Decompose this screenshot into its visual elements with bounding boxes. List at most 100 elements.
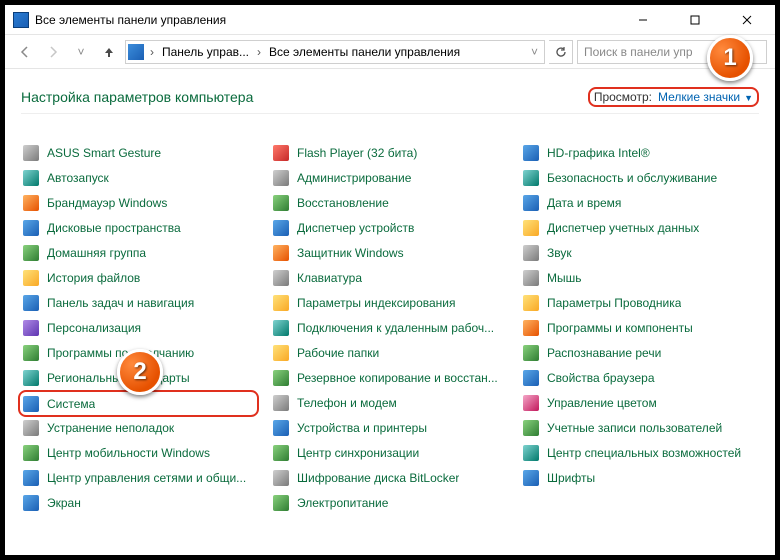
control-panel-window: 1 2 Все элементы панели управления	[5, 5, 775, 555]
item-icon	[23, 220, 39, 236]
item-icon	[273, 420, 289, 436]
control-panel-item[interactable]: Домашняя группа	[21, 240, 259, 265]
breadcrumb-level-1[interactable]: Панель управ...	[160, 45, 251, 59]
control-panel-item[interactable]: Flash Player (32 бита)	[271, 140, 509, 165]
item-icon	[523, 195, 539, 211]
control-panel-item[interactable]: Администрирование	[271, 165, 509, 190]
control-panel-item[interactable]: ASUS Smart Gesture	[21, 140, 259, 165]
chevron-down-icon: ▼	[744, 93, 753, 103]
recent-dropdown[interactable]: ˅	[69, 40, 93, 64]
control-panel-item[interactable]: Защитник Windows	[271, 240, 509, 265]
control-panel-item[interactable]: Автозапуск	[21, 165, 259, 190]
item-icon	[273, 320, 289, 336]
control-panel-item[interactable]: История файлов	[21, 265, 259, 290]
item-label: Брандмауэр Windows	[47, 196, 167, 210]
item-icon	[273, 445, 289, 461]
item-label: Экран	[47, 496, 81, 510]
control-panel-item[interactable]: Центр синхронизации	[271, 440, 509, 465]
item-icon	[23, 170, 39, 186]
content-area: Настройка параметров компьютера Просмотр…	[5, 69, 775, 555]
item-label: Клавиатура	[297, 271, 362, 285]
item-icon	[523, 270, 539, 286]
item-label: Панель задач и навигация	[47, 296, 194, 310]
item-label: Центр управления сетями и общи...	[47, 471, 246, 485]
forward-button[interactable]	[41, 40, 65, 64]
item-label: Автозапуск	[47, 171, 109, 185]
item-label: HD-графика Intel®	[547, 146, 650, 160]
control-panel-item[interactable]: Шифрование диска BitLocker	[271, 465, 509, 490]
item-icon	[23, 495, 39, 511]
item-icon	[523, 370, 539, 386]
item-label: История файлов	[47, 271, 140, 285]
control-panel-item[interactable]: Дисковые пространства	[21, 215, 259, 240]
chevron-down-icon[interactable]: ˅	[527, 45, 542, 59]
close-button[interactable]	[725, 6, 769, 34]
item-label: Телефон и модем	[297, 396, 397, 410]
control-panel-item[interactable]: Безопасность и обслуживание	[521, 165, 759, 190]
refresh-button[interactable]	[549, 40, 573, 64]
up-button[interactable]	[97, 40, 121, 64]
item-label: Параметры Проводника	[547, 296, 681, 310]
control-panel-item[interactable]: Диспетчер устройств	[271, 215, 509, 240]
item-icon	[523, 445, 539, 461]
breadcrumb-box[interactable]: › Панель управ... › Все элементы панели …	[125, 40, 545, 64]
control-panel-item[interactable]: Телефон и модем	[271, 390, 509, 415]
item-label: Домашняя группа	[47, 246, 146, 260]
control-panel-item[interactable]: Электропитание	[271, 490, 509, 515]
control-panel-item[interactable]: Мышь	[521, 265, 759, 290]
items-grid-extra: Экран Электропитание	[21, 490, 759, 515]
item-icon	[273, 245, 289, 261]
item-icon	[523, 420, 539, 436]
item-icon	[23, 295, 39, 311]
control-panel-item[interactable]: Диспетчер учетных данных	[521, 215, 759, 240]
item-icon	[23, 370, 39, 386]
control-panel-item[interactable]: Управление цветом	[521, 390, 759, 415]
control-panel-item[interactable]: Подключения к удаленным рабоч...	[271, 315, 509, 340]
control-panel-item[interactable]: HD-графика Intel®	[521, 140, 759, 165]
control-panel-item[interactable]: Устройства и принтеры	[271, 415, 509, 440]
control-panel-item[interactable]: Экран	[21, 490, 259, 515]
item-label: Диспетчер учетных данных	[547, 221, 699, 235]
control-panel-item[interactable]: Звук	[521, 240, 759, 265]
minimize-button[interactable]	[621, 6, 665, 34]
control-panel-item[interactable]: Шрифты	[521, 465, 759, 490]
view-by-dropdown[interactable]: Мелкие значки▼	[658, 90, 753, 104]
item-label: Подключения к удаленным рабоч...	[297, 321, 494, 335]
item-icon	[23, 195, 39, 211]
item-label: Безопасность и обслуживание	[547, 171, 717, 185]
control-panel-item[interactable]: Параметры Проводника	[521, 290, 759, 315]
control-panel-item[interactable]: Центр специальных возможностей	[521, 440, 759, 465]
view-by-group[interactable]: Просмотр: Мелкие значки▼	[588, 87, 759, 107]
control-panel-icon	[13, 12, 29, 28]
maximize-button[interactable]	[673, 6, 717, 34]
item-icon	[523, 170, 539, 186]
control-panel-item[interactable]: Дата и время	[521, 190, 759, 215]
item-label: Шифрование диска BitLocker	[297, 471, 459, 485]
control-panel-item[interactable]: Учетные записи пользователей	[521, 415, 759, 440]
item-label: Мышь	[547, 271, 582, 285]
control-panel-item[interactable]: Центр управления сетями и общи...	[21, 465, 259, 490]
item-icon	[523, 145, 539, 161]
control-panel-item[interactable]: Центр мобильности Windows	[21, 440, 259, 465]
control-panel-item[interactable]: Клавиатура	[271, 265, 509, 290]
item-label: Звук	[547, 246, 572, 260]
control-panel-item[interactable]: Параметры индексирования	[271, 290, 509, 315]
breadcrumb-level-2[interactable]: Все элементы панели управления	[267, 45, 523, 59]
control-panel-item[interactable]: Рабочие папки	[271, 340, 509, 365]
item-label: Распознавание речи	[547, 346, 661, 360]
control-panel-item[interactable]: Распознавание речи	[521, 340, 759, 365]
item-icon	[523, 320, 539, 336]
item-icon	[523, 395, 539, 411]
back-button[interactable]	[13, 40, 37, 64]
window-title: Все элементы панели управления	[35, 13, 226, 27]
control-panel-item[interactable]: Персонализация	[21, 315, 259, 340]
annotation-badge-1: 1	[707, 35, 753, 81]
control-panel-item[interactable]: Устранение неполадок	[21, 415, 259, 440]
control-panel-item[interactable]: Свойства браузера	[521, 365, 759, 390]
control-panel-item[interactable]: Панель задач и навигация	[21, 290, 259, 315]
item-icon	[273, 270, 289, 286]
control-panel-item[interactable]: Резервное копирование и восстан...	[271, 365, 509, 390]
control-panel-item[interactable]: Программы и компоненты	[521, 315, 759, 340]
control-panel-item[interactable]: Брандмауэр Windows	[21, 190, 259, 215]
control-panel-item[interactable]: Восстановление	[271, 190, 509, 215]
